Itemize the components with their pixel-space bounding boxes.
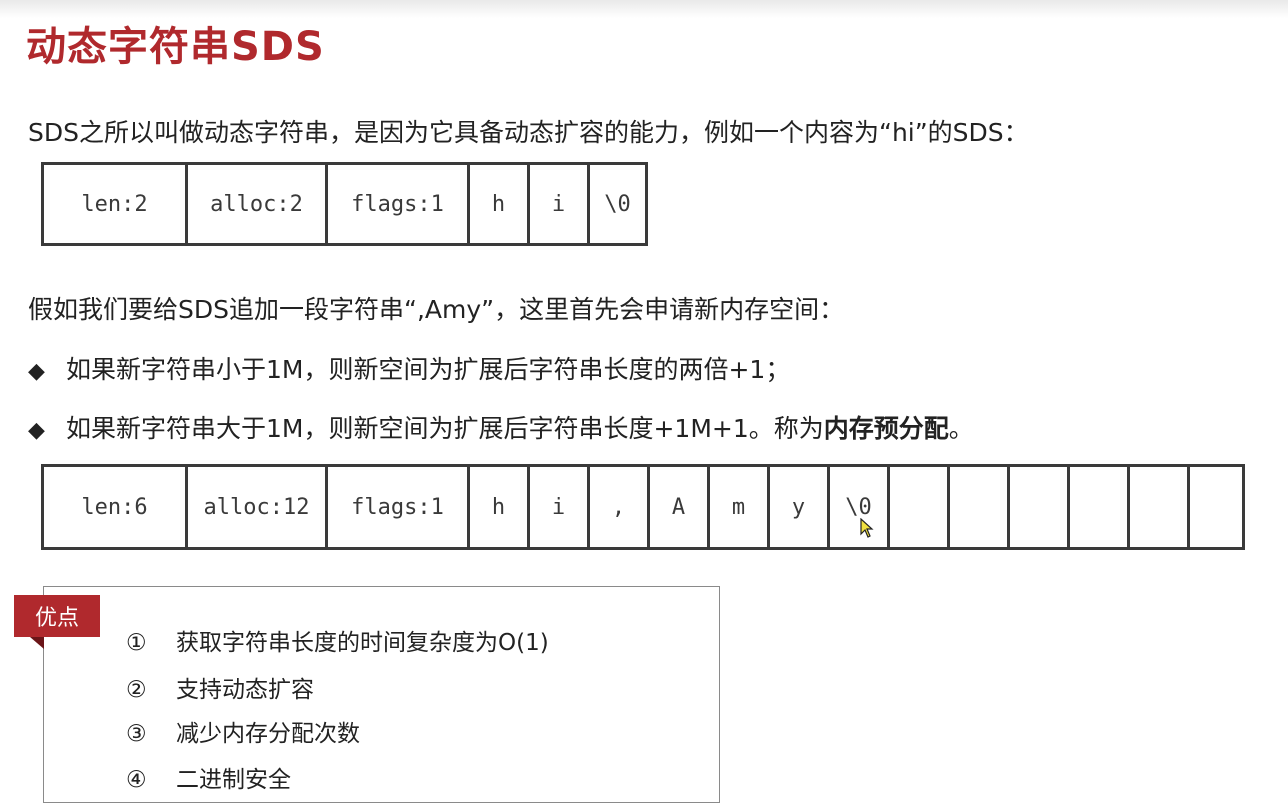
sds-cell-char: i: [530, 467, 590, 547]
sds-before-diagram: len:2 alloc:2 flags:1 h i \0: [41, 162, 648, 246]
sds-cell-flags: flags:1: [328, 165, 470, 243]
circled-number: ④: [126, 767, 147, 793]
append-text: 假如我们要给SDS追加一段字符串“,Amy”，这里首先会申请新内存空间：: [28, 295, 845, 324]
diamond-icon: ◆: [28, 418, 45, 443]
sds-cell-alloc: alloc:2: [188, 165, 328, 243]
sds-cell-char: i: [530, 165, 590, 243]
advantage-item: ④ 二进制安全: [126, 760, 291, 794]
sds-cell-free: [1130, 467, 1190, 547]
diamond-icon: ◆: [28, 359, 45, 384]
advantage-text: 减少内存分配次数: [176, 721, 360, 747]
sds-cell-len: len:2: [44, 165, 188, 243]
intro-text: SDS之所以叫做动态字符串，是因为它具备动态扩容的能力，例如一个内容为“hi”的…: [28, 118, 1029, 147]
advantage-text: 支持动态扩容: [176, 677, 314, 703]
sds-cell-char: h: [470, 165, 530, 243]
sds-cell-free: [1010, 467, 1070, 547]
advantage-text: 获取字符串长度的时间复杂度为O(1): [176, 630, 549, 656]
sds-cell-char: ,: [590, 467, 650, 547]
sds-cell-char: A: [650, 467, 710, 547]
sds-cell-terminator: \0: [604, 191, 631, 217]
advantage-item: ② 支持动态扩容: [126, 670, 314, 704]
sds-cell-free: [950, 467, 1010, 547]
advantage-text: 二进制安全: [176, 767, 291, 793]
mouse-cursor-icon: [860, 518, 874, 538]
advantage-item: ③ 减少内存分配次数: [126, 714, 360, 748]
advantage-item: ① 获取字符串长度的时间复杂度为O(1): [126, 623, 549, 657]
sds-cell-flags: flags:1: [328, 467, 470, 547]
sds-cell-free: [890, 467, 950, 547]
bullet-item: ◆ 如果新字符串大于1M，则新空间为扩展后字符串长度+1M+1。称为内存预分配。: [28, 409, 974, 445]
tag-fold: [30, 637, 44, 649]
sds-cell-free: [1070, 467, 1130, 547]
circled-number: ②: [126, 677, 147, 703]
bullet-text: 如果新字符串小于1M，则新空间为扩展后字符串长度的两倍+1；: [66, 355, 791, 384]
sds-cell-char: h: [470, 467, 530, 547]
bullet-text-end: 。: [948, 414, 974, 443]
page-title: 动态字符串SDS: [26, 24, 325, 70]
sds-cell-char: y: [770, 467, 830, 547]
sds-cell-free: [1190, 467, 1242, 547]
sds-cell-alloc: alloc:12: [188, 467, 328, 547]
sds-cell-len: len:6: [44, 467, 188, 547]
sds-cell-char: m: [710, 467, 770, 547]
bullet-text: 如果新字符串大于1M，则新空间为扩展后字符串长度+1M+1。称为: [66, 414, 824, 443]
bullet-bold-text: 内存预分配: [823, 414, 949, 443]
advantages-tag: 优点: [14, 595, 100, 637]
circled-number: ①: [126, 630, 147, 656]
circled-number: ③: [126, 721, 147, 747]
sds-after-diagram: len:6 alloc:12 flags:1 h i , A m y \0: [41, 464, 1245, 550]
bullet-item: ◆ 如果新字符串小于1M，则新空间为扩展后字符串长度的两倍+1；: [28, 350, 790, 386]
